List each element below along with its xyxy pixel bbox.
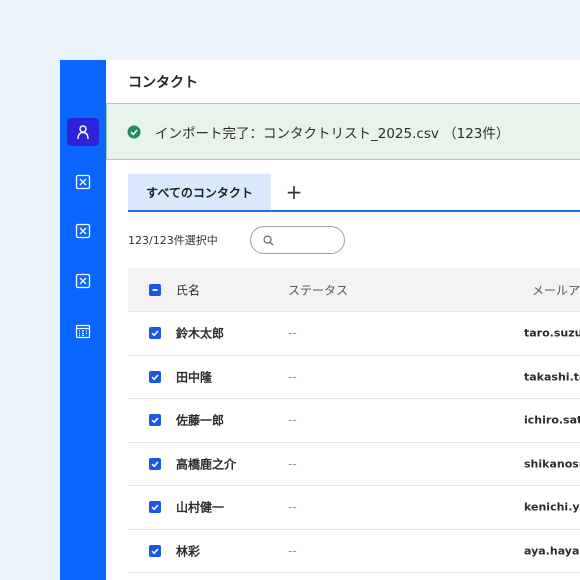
calendar-icon (75, 324, 91, 339)
table-header: 氏名 ステータス メールア (128, 268, 580, 312)
checkmark-icon (151, 461, 159, 468)
table-row[interactable]: 鈴木太郎 -- taro.suzul (128, 312, 580, 356)
search-input[interactable] (278, 233, 338, 247)
check-circle-icon (127, 125, 141, 138)
contact-status: -- (288, 369, 297, 384)
contact-status: -- (288, 500, 297, 515)
contact-name: 高橋鹿之介 (176, 457, 237, 472)
contact-status: -- (288, 413, 297, 428)
nav-calendar[interactable] (67, 317, 99, 345)
contact-status: -- (288, 543, 297, 558)
contact-email: ichiro.sato (524, 413, 580, 427)
column-header-status[interactable]: ステータス (288, 281, 348, 298)
checkmark-icon (151, 548, 159, 555)
indeterminate-icon (152, 288, 158, 291)
table-row[interactable]: 山村健一 -- kenichi.ya (128, 486, 580, 530)
search-icon (263, 235, 274, 246)
main-panel: コンタクト インポート完了：コンタクトリスト_2025.csv （123件） す… (106, 60, 580, 580)
row-checkbox[interactable] (149, 501, 161, 514)
nav-item-3[interactable] (67, 217, 99, 245)
contact-email: kenichi.ya (524, 500, 580, 514)
contact-name: 山村健一 (176, 500, 225, 515)
row-checkbox[interactable] (149, 457, 161, 470)
sidebar (60, 60, 106, 580)
nav-item-2[interactable] (67, 168, 99, 196)
nav-contacts[interactable] (67, 118, 99, 146)
contact-status: -- (288, 326, 297, 341)
toolbar: 123/123件選択中 (128, 226, 580, 254)
column-header-name[interactable]: 氏名 (176, 281, 200, 298)
checkmark-icon (151, 504, 159, 511)
contacts-table: 氏名 ステータス メールア 鈴木太郎 -- taro.suzul 田中隆 -- … (128, 268, 580, 573)
close-box-icon (75, 273, 91, 289)
column-header-email[interactable]: メールア (532, 281, 580, 298)
contact-name: 林彩 (176, 544, 201, 559)
contact-email: taro.suzul (524, 326, 580, 340)
row-checkbox[interactable] (149, 370, 161, 383)
person-icon (77, 125, 89, 140)
table-row[interactable]: 高橋鹿之介 -- shikanosu (128, 443, 580, 486)
tab-bar: すべてのコンタクト + (128, 174, 580, 212)
contact-name: 佐藤一郎 (176, 413, 225, 428)
close-box-icon (75, 223, 91, 239)
add-tab-button[interactable]: + (280, 178, 308, 206)
checkmark-icon (151, 417, 159, 424)
table-row[interactable]: 林彩 -- aya.hayas (128, 530, 580, 573)
table-row[interactable]: 田中隆 -- takashi.ta (128, 356, 580, 399)
banner-text: インポート完了：コンタクトリスト_2025.csv （123件） (155, 125, 510, 142)
page-title: コンタクト (128, 75, 198, 91)
contact-email: takashi.ta (524, 370, 580, 384)
row-checkbox[interactable] (149, 414, 161, 427)
row-checkbox[interactable] (149, 327, 161, 340)
checkmark-icon (151, 330, 159, 337)
search-box[interactable] (250, 226, 345, 254)
checkmark-icon (151, 374, 159, 381)
table-row[interactable]: 佐藤一郎 -- ichiro.sato (128, 399, 580, 443)
tab-all-contacts[interactable]: すべてのコンタクト (128, 174, 271, 210)
select-all-checkbox[interactable] (149, 283, 161, 296)
import-success-banner: インポート完了：コンタクトリスト_2025.csv （123件） (106, 103, 580, 160)
close-box-icon (75, 174, 91, 190)
row-checkbox[interactable] (149, 544, 161, 557)
contact-name: 鈴木太郎 (176, 326, 225, 341)
contact-name: 田中隆 (176, 370, 213, 385)
contact-email: aya.hayas (524, 544, 580, 558)
selection-count: 123/123件選択中 (128, 234, 218, 247)
contact-email: shikanosu (524, 457, 580, 471)
contact-status: -- (288, 456, 297, 471)
nav-item-4[interactable] (67, 267, 99, 295)
